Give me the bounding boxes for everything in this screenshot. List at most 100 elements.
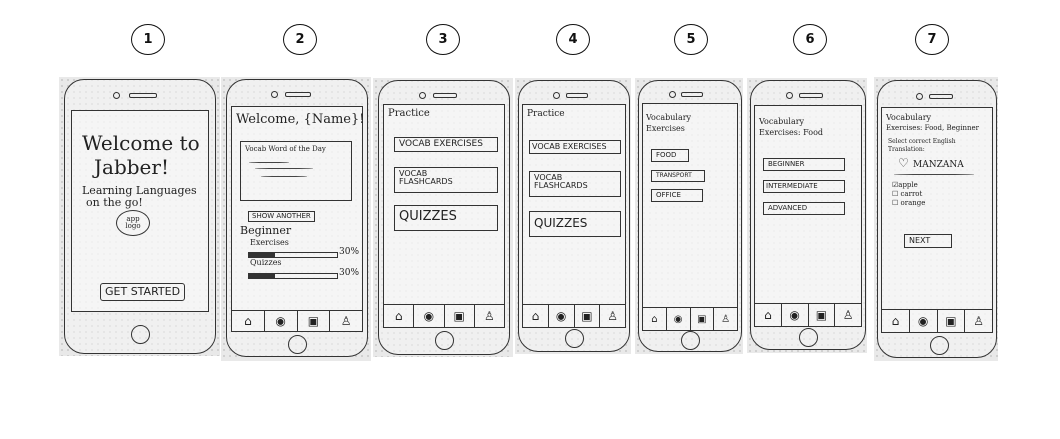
home-button[interactable]	[930, 336, 949, 355]
quizzes-button[interactable]: QUIZZES	[394, 205, 498, 231]
flashcards-icon[interactable]: ▣	[807, 304, 835, 326]
step-number-6: 6	[793, 24, 827, 55]
exercises-label: Exercises	[250, 238, 289, 247]
bottom-nav: ⌂ ◉ ▣ ♙	[523, 304, 625, 327]
target-word: MANZANA	[913, 160, 964, 170]
sketch-paper-6: Vocabulary Exercises: Food BEGINNER INTE…	[747, 78, 867, 353]
quizzes-label: Quizzes	[250, 258, 282, 267]
checkbox-icon[interactable]: ☐	[892, 190, 898, 198]
page-title-line2: Exercises	[646, 124, 685, 133]
home-button[interactable]	[131, 325, 150, 344]
vocab-exercises-button[interactable]: VOCAB EXERCISES	[529, 140, 621, 155]
vocab-exercises-button[interactable]: VOCAB EXERCISES	[394, 137, 498, 153]
play-circle-icon[interactable]: ◉	[547, 305, 574, 327]
welcome-title-line1: Welcome to	[82, 131, 200, 155]
option-orange[interactable]: ☐ orange	[892, 199, 925, 207]
exercises-percent: 30%	[339, 247, 360, 257]
phone-frame-1: Welcome to Jabber! Learning Languages on…	[64, 79, 216, 354]
flashcards-label-line2: FLASHCARDS	[534, 181, 588, 191]
step-number-7: 7	[915, 24, 949, 55]
greeting-heading: Welcome, {Name}!	[236, 112, 365, 127]
step-number-1: 1	[131, 24, 165, 55]
home-icon[interactable]: ⌂	[232, 311, 264, 331]
home-button[interactable]	[565, 329, 584, 348]
play-circle-icon[interactable]: ◉	[780, 304, 808, 326]
home-button[interactable]	[435, 331, 454, 350]
speaker-bar	[799, 93, 823, 98]
bottom-nav: ⌂ ◉ ▣ ♙	[755, 303, 861, 326]
flashcards-icon[interactable]: ▣	[296, 311, 330, 331]
level-advanced-button[interactable]: ADVANCED	[763, 202, 845, 216]
phone-frame-6: Vocabulary Exercises: Food BEGINNER INTE…	[750, 80, 866, 350]
quizzes-progress-fill	[249, 274, 276, 278]
category-food-button[interactable]: FOOD	[651, 149, 689, 163]
flashcards-icon[interactable]: ▣	[689, 308, 714, 330]
home-icon[interactable]: ⌂	[523, 305, 548, 327]
home-button[interactable]	[799, 328, 818, 347]
play-circle-icon[interactable]: ◉	[413, 305, 443, 327]
vocab-flashcards-button[interactable]: VOCAB FLASHCARDS	[394, 167, 498, 193]
next-button[interactable]: NEXT	[904, 234, 952, 249]
play-circle-icon[interactable]: ◉	[908, 310, 937, 332]
heart-icon[interactable]: ♡	[898, 157, 909, 170]
flashcards-icon[interactable]: ▣	[573, 305, 600, 327]
bottom-nav: ⌂ ◉ ▣ ♙	[384, 304, 504, 327]
screen-7: Vocabulary Exercises: Food, Beginner Sel…	[881, 107, 993, 333]
profile-icon[interactable]: ♙	[964, 310, 992, 332]
flashcards-icon[interactable]: ▣	[936, 310, 965, 332]
screen-1: Welcome to Jabber! Learning Languages on…	[71, 110, 209, 312]
exercises-progress-fill	[249, 253, 276, 257]
page-title-line2: Exercises: Food	[759, 128, 823, 137]
placeholder-scribble	[255, 168, 313, 169]
level-beginner-button[interactable]: BEGINNER	[763, 158, 845, 172]
placeholder-scribble	[261, 176, 307, 177]
profile-icon[interactable]: ♙	[713, 308, 737, 330]
home-icon[interactable]: ⌂	[643, 308, 666, 330]
category-transport-button[interactable]: TRANSPORT	[651, 170, 705, 183]
screen-5: Vocabulary Exercises FOOD TRANSPORT OFFI…	[642, 103, 738, 331]
play-circle-icon[interactable]: ◉	[665, 308, 690, 330]
show-another-button[interactable]: SHOW ANOTHER	[248, 211, 315, 223]
camera-dot	[916, 93, 923, 100]
practice-title: Practice	[527, 109, 565, 119]
home-icon[interactable]: ⌂	[384, 305, 413, 327]
camera-dot	[271, 91, 278, 98]
camera-dot	[786, 92, 793, 99]
quizzes-button[interactable]: QUIZZES	[529, 211, 621, 237]
home-icon[interactable]: ⌂	[882, 310, 909, 332]
option-apple[interactable]: ☑apple	[892, 181, 918, 189]
profile-icon[interactable]: ♙	[599, 305, 625, 327]
screen-4: Practice VOCAB EXERCISES VOCAB FLASHCARD…	[522, 104, 626, 328]
page-title-line1: Vocabulary	[886, 113, 932, 122]
category-office-button[interactable]: OFFICE	[651, 189, 703, 203]
flashcards-icon[interactable]: ▣	[443, 305, 474, 327]
step-number-2: 2	[283, 24, 317, 55]
page-title-line1: Vocabulary	[646, 113, 692, 122]
speaker-bar	[285, 92, 311, 97]
home-icon[interactable]: ⌂	[755, 304, 781, 326]
checkbox-icon[interactable]: ☐	[892, 199, 898, 207]
profile-icon[interactable]: ♙	[473, 305, 504, 327]
profile-icon[interactable]: ♙	[834, 304, 861, 326]
get-started-button[interactable]: GET STARTED	[100, 283, 186, 301]
phone-frame-2: Welcome, {Name}! Vocab Word of the Day S…	[226, 79, 368, 357]
home-button[interactable]	[681, 331, 700, 350]
page-title-line2: Exercises: Food, Beginner	[886, 124, 979, 132]
sketch-paper-4: Practice VOCAB EXERCISES VOCAB FLASHCARD…	[515, 78, 631, 354]
bottom-nav: ⌂ ◉ ▣ ♙	[882, 309, 992, 332]
sketch-paper-5: Vocabulary Exercises FOOD TRANSPORT OFFI…	[635, 78, 743, 354]
home-button[interactable]	[288, 335, 307, 354]
play-circle-icon[interactable]: ◉	[263, 311, 297, 331]
vocab-flashcards-button[interactable]: VOCAB FLASHCARDS	[529, 171, 621, 197]
camera-dot	[669, 91, 676, 98]
bottom-nav: ⌂ ◉ ▣ ♙	[232, 310, 362, 331]
practice-title: Practice	[388, 108, 430, 119]
placeholder-scribble	[249, 162, 289, 163]
tagline-line1: Learning Languages	[82, 184, 197, 197]
sketch-paper-7: Vocabulary Exercises: Food, Beginner Sel…	[874, 77, 998, 361]
profile-icon[interactable]: ♙	[329, 311, 362, 331]
option-carrot[interactable]: ☐ carrot	[892, 190, 923, 198]
level-intermediate-button[interactable]: INTERMEDIATE	[763, 180, 845, 194]
option-carrot-label: carrot	[900, 190, 923, 198]
sketch-paper-1: Welcome to Jabber! Learning Languages on…	[59, 77, 220, 356]
